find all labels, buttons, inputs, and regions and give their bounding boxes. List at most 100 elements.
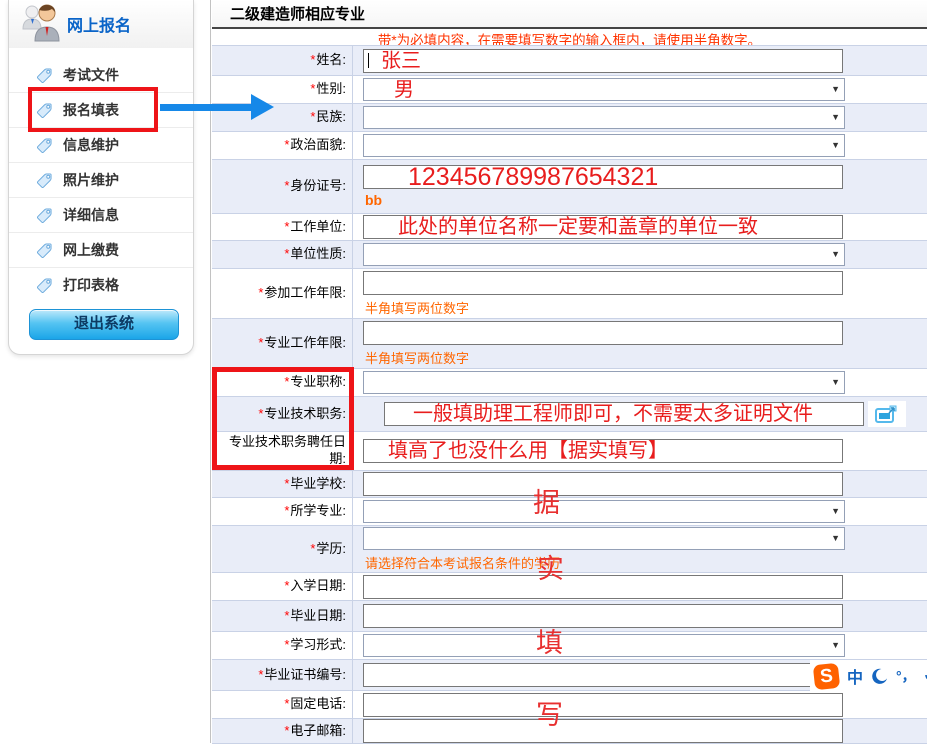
sidebar-title: 网上报名 bbox=[67, 12, 131, 36]
field-label: *参加工作年限: bbox=[212, 269, 353, 318]
required-marker: * bbox=[284, 137, 289, 154]
chevron-down-icon: ▼ bbox=[831, 533, 840, 543]
sidebar-item-info-maintenance[interactable]: 信息维护 bbox=[9, 127, 193, 162]
form-title-bar: 二级建造师相应专业 bbox=[212, 0, 927, 29]
annotation-arrow bbox=[160, 104, 253, 111]
field-label-text: 身份证号: bbox=[290, 178, 346, 195]
field-cell: ▼ bbox=[353, 632, 927, 659]
field-label: *学习形式: bbox=[212, 632, 353, 659]
field-cell bbox=[353, 471, 927, 497]
chevron-down-icon: ▼ bbox=[831, 249, 840, 259]
annotation-value: 一般填助理工程师即可，不需要太多证明文件 bbox=[385, 404, 813, 424]
sidebar-item-label: 打印表格 bbox=[63, 275, 119, 295]
field-label-text: 姓名: bbox=[316, 52, 346, 69]
sidebar-item-label: 信息维护 bbox=[63, 135, 119, 155]
field-label: *毕业日期: bbox=[212, 601, 353, 631]
graduation-date-input[interactable] bbox=[363, 604, 843, 628]
enrollment-date-input[interactable] bbox=[363, 575, 843, 599]
required-marker: * bbox=[310, 81, 315, 98]
ime-toolbar: S 中 °， bbox=[810, 660, 927, 692]
political-status-select[interactable]: ▼ bbox=[363, 134, 845, 157]
annotation-value: 男 bbox=[364, 80, 414, 100]
field-label-text: 单位性质: bbox=[290, 246, 346, 263]
field-cell: 123456789987654321 bb bbox=[353, 160, 927, 213]
tag-icon bbox=[37, 278, 52, 293]
work-unit-input[interactable]: 此处的单位名称一定要和盖章的单位一致 bbox=[363, 215, 843, 239]
annotation-value: 张三 bbox=[369, 51, 421, 71]
required-marker: * bbox=[284, 578, 289, 595]
required-marker: * bbox=[258, 285, 263, 302]
sidebar-item-online-payment[interactable]: 网上缴费 bbox=[9, 232, 193, 267]
required-marker: * bbox=[284, 608, 289, 625]
users-icon bbox=[19, 3, 65, 50]
phone-input[interactable] bbox=[363, 693, 843, 717]
sidebar-item-detail-info[interactable]: 详细信息 bbox=[9, 197, 193, 232]
form-row-graduation-date: *毕业日期: bbox=[212, 601, 927, 632]
work-years-input[interactable] bbox=[363, 271, 843, 295]
field-label-text: 学历: bbox=[316, 541, 346, 558]
field-label: *学历: bbox=[212, 526, 353, 572]
microphone-icon[interactable] bbox=[924, 667, 927, 685]
logout-button[interactable]: 退出系统 bbox=[29, 309, 179, 340]
major-select[interactable]: ▼ bbox=[363, 500, 845, 523]
online-registration-page: { "sidebar": { "title": "网上报名", "items":… bbox=[0, 0, 927, 743]
field-label: *入学日期: bbox=[212, 573, 353, 600]
field-cell: ▼ bbox=[353, 132, 927, 159]
field-label: *专业工作年限: bbox=[212, 319, 353, 368]
annotation-value: 填高了也没什么用【据实填写】 bbox=[364, 441, 668, 461]
required-marker: * bbox=[284, 219, 289, 236]
field-label-text: 政治面貌: bbox=[290, 137, 346, 154]
annotation-char: 实 bbox=[537, 556, 564, 583]
sogou-logo-icon[interactable]: S bbox=[813, 662, 840, 689]
form-row-political-status: *政治面貌: ▼ bbox=[212, 132, 927, 160]
chinese-mode-icon[interactable]: 中 bbox=[847, 664, 863, 688]
annotation-char: 写 bbox=[536, 702, 563, 729]
professional-years-input[interactable] bbox=[363, 321, 843, 345]
field-label-text: 固定电话: bbox=[290, 696, 346, 713]
ethnicity-select[interactable]: ▼ bbox=[363, 106, 845, 129]
open-window-button[interactable] bbox=[868, 401, 906, 427]
graduate-school-input[interactable] bbox=[363, 472, 843, 496]
field-label: *毕业证书编号: bbox=[212, 660, 353, 690]
punctuation-mode-icon[interactable]: °， bbox=[896, 666, 916, 686]
email-input[interactable] bbox=[363, 719, 843, 743]
field-label: *毕业学校: bbox=[212, 471, 353, 497]
unit-type-select[interactable]: ▼ bbox=[363, 243, 845, 266]
form-row-unit-type: *单位性质: ▼ bbox=[212, 241, 927, 269]
field-hint: bb bbox=[365, 192, 382, 208]
annotation-value: 此处的单位名称一定要和盖章的单位一致 bbox=[364, 217, 758, 237]
education-select[interactable]: ▼ bbox=[363, 527, 845, 550]
moon-icon[interactable] bbox=[871, 668, 888, 685]
tag-icon bbox=[37, 243, 52, 258]
field-label-text: 性别: bbox=[316, 81, 346, 98]
required-marker: * bbox=[284, 637, 289, 654]
required-marker: * bbox=[310, 109, 315, 126]
panel-divider bbox=[210, 0, 211, 743]
id-number-input[interactable]: 123456789987654321 bbox=[363, 165, 843, 189]
field-label-text: 民族: bbox=[316, 109, 346, 126]
field-label-text: 毕业证书编号: bbox=[264, 667, 346, 684]
professional-title-select[interactable]: ▼ bbox=[363, 371, 845, 394]
gender-select[interactable]: 男▼ bbox=[363, 78, 845, 101]
field-cell: ▼ 请选择符合本考试报名条件的学历 bbox=[353, 526, 927, 572]
form-row-name: *姓名: 张三 bbox=[212, 46, 927, 76]
open-window-icon bbox=[875, 404, 899, 424]
study-form-select[interactable]: ▼ bbox=[363, 634, 845, 657]
field-cell: ▼ bbox=[353, 104, 927, 131]
annotation-char: 填 bbox=[536, 630, 563, 657]
sidebar-item-print-forms[interactable]: 打印表格 bbox=[9, 267, 193, 302]
form-row-id-number: *身份证号: 123456789987654321 bb bbox=[212, 160, 927, 214]
post-hire-date-input[interactable]: 填高了也没什么用【据实填写】 bbox=[363, 439, 843, 463]
field-cell: 半角填写两位数字 bbox=[353, 319, 927, 368]
diploma-number-input[interactable] bbox=[363, 663, 843, 687]
form-row-enrollment-date: *入学日期: bbox=[212, 573, 927, 601]
form-row-work-unit: *工作单位: 此处的单位名称一定要和盖章的单位一致 bbox=[212, 214, 927, 241]
field-cell bbox=[353, 719, 927, 743]
field-label-text: 学习形式: bbox=[290, 637, 346, 654]
tag-icon bbox=[37, 138, 52, 153]
technical-post-input[interactable]: 一般填助理工程师即可，不需要太多证明文件 bbox=[384, 402, 864, 426]
required-marker: * bbox=[284, 476, 289, 493]
name-input[interactable]: 张三 bbox=[363, 49, 843, 73]
sidebar-item-photo-maintenance[interactable]: 照片维护 bbox=[9, 162, 193, 197]
field-cell bbox=[353, 573, 927, 600]
